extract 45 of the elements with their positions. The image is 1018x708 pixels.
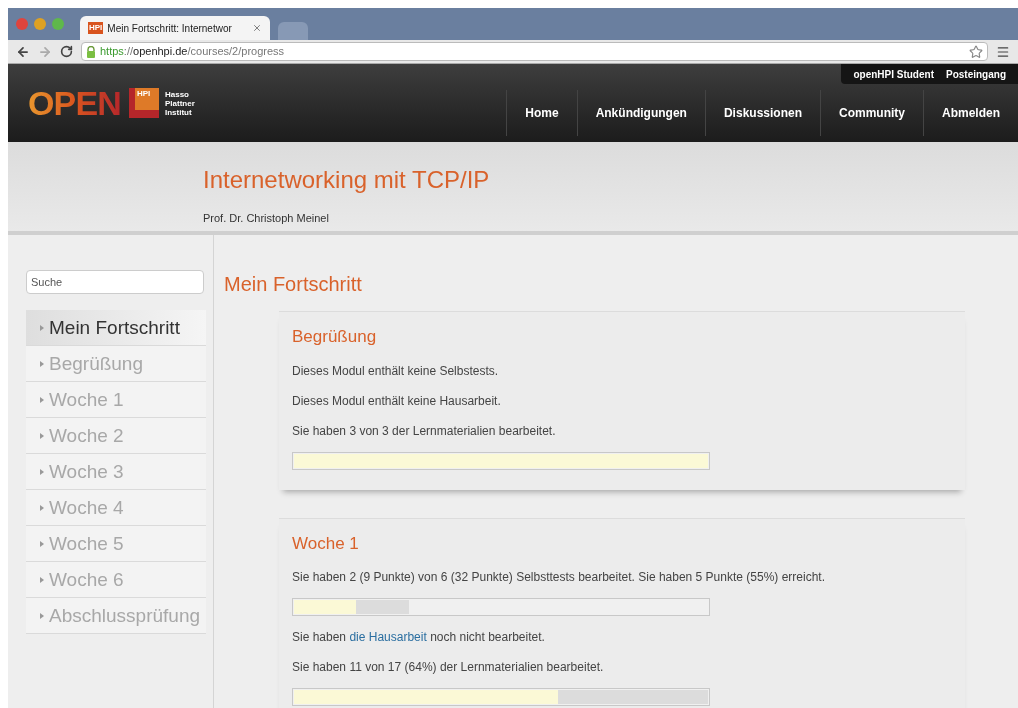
page-title: Mein Fortschritt	[224, 272, 363, 297]
search-field[interactable]: Suche	[26, 270, 204, 294]
triangle-icon	[40, 576, 44, 583]
triangle-icon	[40, 504, 44, 511]
user-link[interactable]: Posteingang	[946, 66, 1006, 82]
back-icon[interactable]	[16, 44, 30, 59]
institute-name: Hasso Plattner Institut	[164, 89, 195, 117]
homework-link[interactable]: die Hausarbeit	[349, 630, 427, 644]
triangle-icon	[40, 468, 44, 475]
progress-text: Dieses Modul enthält keine Hausarbeit.	[292, 392, 502, 410]
reload-icon[interactable]	[60, 45, 73, 58]
nav-link[interactable]: Diskussionen	[704, 90, 820, 136]
nav-link[interactable]: Home	[506, 90, 577, 136]
tab-title: Mein Fortschritt: Internetwor	[107, 21, 232, 36]
triangle-icon	[40, 612, 44, 619]
triangle-icon	[40, 396, 44, 403]
triangle-icon	[40, 540, 44, 547]
browser-tab[interactable]: HPI Mein Fortschritt: Internetwor	[80, 16, 270, 40]
progress-text: Dieses Modul enthält keine Selbstests.	[292, 362, 500, 380]
progress-text: Sie haben 2 (9 Punkte) von 6 (32 Punkte) Selbsttests bearbeitet. Sie haben 5 Punkte (55%) erreicht.	[292, 569, 826, 586]
progress-text: Sie haben 3 von 3 der Lernmaterialien bearbeitet.	[292, 422, 557, 440]
favicon: HPI	[88, 22, 104, 34]
progress-text: Sie haben 11 von 17 (64%) der Lernmaterialien bearbeitet.	[292, 659, 605, 676]
lock-icon	[86, 45, 96, 58]
module-title: Woche 1	[292, 532, 360, 555]
nav-link[interactable]: Ankündigungen	[576, 90, 705, 136]
nav-link[interactable]: Community	[820, 90, 923, 136]
url-text: https://openhpi.de/courses/2/progress	[100, 44, 285, 60]
menu-icon[interactable]	[996, 44, 1010, 59]
nav-link[interactable]: Abmelden	[923, 90, 1018, 136]
minimize-window-icon[interactable]	[34, 18, 46, 30]
triangle-icon	[40, 324, 44, 331]
close-tab-icon[interactable]	[252, 23, 262, 33]
course-teacher: Prof. Dr. Christoph Meinel	[203, 211, 330, 226]
module-title: Begrüßung	[292, 326, 378, 348]
bookmark-star-icon[interactable]	[969, 44, 983, 59]
triangle-icon	[40, 360, 44, 367]
course-title: Internetworking mit TCP/IP	[203, 165, 491, 195]
triangle-icon	[40, 432, 44, 439]
progress-text: Sie haben die Hausarbeit noch nicht bearbeitet.	[292, 629, 546, 646]
logo-badge: HPI	[128, 88, 159, 118]
address-field[interactable]: https://openhpi.de/courses/2/progress	[81, 42, 988, 61]
user-link[interactable]: openHPI Student	[853, 66, 934, 82]
sidebar-item[interactable]: Mein Fortschritt	[26, 310, 206, 346]
forward-icon[interactable]	[38, 44, 52, 59]
